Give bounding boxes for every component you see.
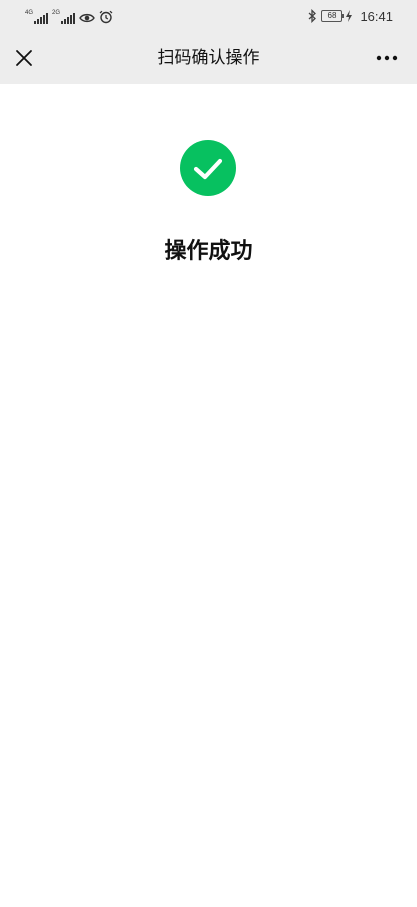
network-type-label: 2G xyxy=(52,10,61,16)
network-type-label: 4G xyxy=(25,10,34,16)
close-icon xyxy=(16,50,32,66)
bluetooth-icon xyxy=(309,9,317,23)
close-button[interactable] xyxy=(4,38,44,78)
charging-icon xyxy=(346,10,353,22)
result-title: 操作成功 xyxy=(164,239,253,264)
signal-icon: 2G xyxy=(52,10,76,24)
status-left: 4G 2G xyxy=(25,8,113,24)
battery-level: 68 xyxy=(327,11,337,20)
more-icon xyxy=(376,55,398,61)
status-right: 68 16:41 xyxy=(307,8,393,24)
screen: 4G 2G 68 16:41 扫码确认操作 操作成功 xyxy=(0,0,417,907)
status-bar: 4G 2G 68 16:41 xyxy=(0,0,417,32)
nav-bar: 扫码确认操作 xyxy=(0,32,417,84)
eye-icon xyxy=(79,13,95,23)
page-title: 扫码确认操作 xyxy=(157,48,260,68)
battery-icon: 68 xyxy=(321,10,345,22)
clock-time: 16:41 xyxy=(360,8,393,24)
more-button[interactable] xyxy=(367,38,407,78)
success-check-icon xyxy=(180,140,236,196)
signal-icon: 4G xyxy=(25,10,49,24)
alarm-icon xyxy=(99,10,113,24)
